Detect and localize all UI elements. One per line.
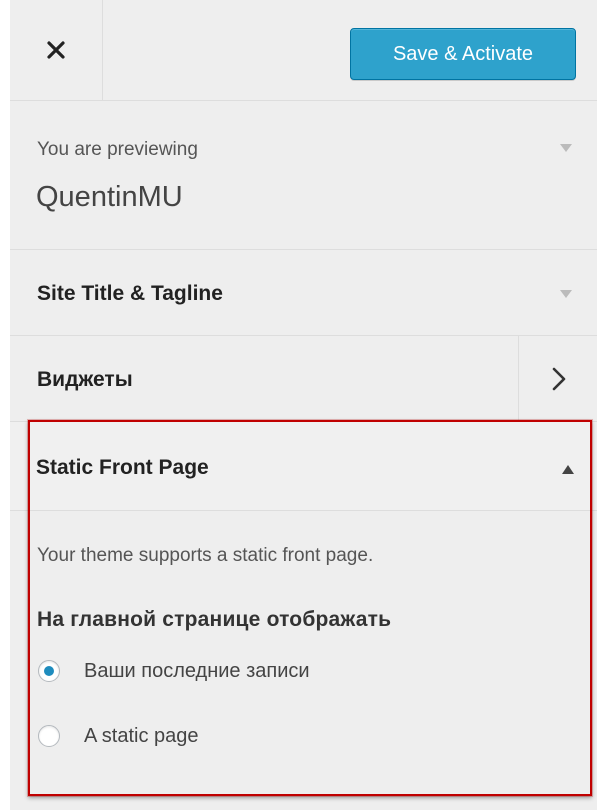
- front-page-displays-label: На главной странице отображать: [37, 608, 392, 631]
- static-front-page-description: Your theme supports a static front page.: [37, 545, 374, 566]
- radio-option-static-page[interactable]: A static page: [38, 721, 199, 751]
- expand-arrow-icon: [560, 290, 572, 298]
- expand-arrow-icon: [560, 144, 572, 152]
- section-static-front-page[interactable]: Static Front Page: [10, 422, 597, 511]
- section-title: Виджеты: [37, 368, 133, 391]
- radio-option-latest-posts[interactable]: Ваши последние записи: [38, 656, 310, 686]
- close-icon: [47, 41, 65, 59]
- previewing-label: You are previewing: [37, 139, 198, 160]
- section-title: Static Front Page: [36, 456, 209, 479]
- widgets-open-button[interactable]: [518, 336, 597, 421]
- theme-name: QuentinMU: [36, 181, 183, 213]
- radio-button[interactable]: [38, 725, 60, 747]
- radio-label: A static page: [84, 724, 199, 747]
- save-activate-button[interactable]: Save & Activate: [350, 28, 576, 80]
- customizer-panel: Save & Activate You are previewing Quent…: [10, 0, 597, 810]
- section-title: Site Title & Tagline: [37, 282, 223, 305]
- radio-button-checked[interactable]: [38, 660, 60, 682]
- customizer-header: Save & Activate: [10, 0, 597, 101]
- radio-label: Ваши последние записи: [84, 659, 310, 682]
- close-button[interactable]: [10, 0, 103, 100]
- chevron-right-icon: [552, 367, 565, 390]
- collapse-arrow-icon: [562, 465, 574, 474]
- static-front-page-content: Your theme supports a static front page.…: [10, 511, 597, 810]
- section-widgets[interactable]: Виджеты: [10, 336, 597, 422]
- section-site-title-tagline[interactable]: Site Title & Tagline: [10, 250, 597, 336]
- preview-info-section[interactable]: You are previewing QuentinMU: [10, 101, 597, 250]
